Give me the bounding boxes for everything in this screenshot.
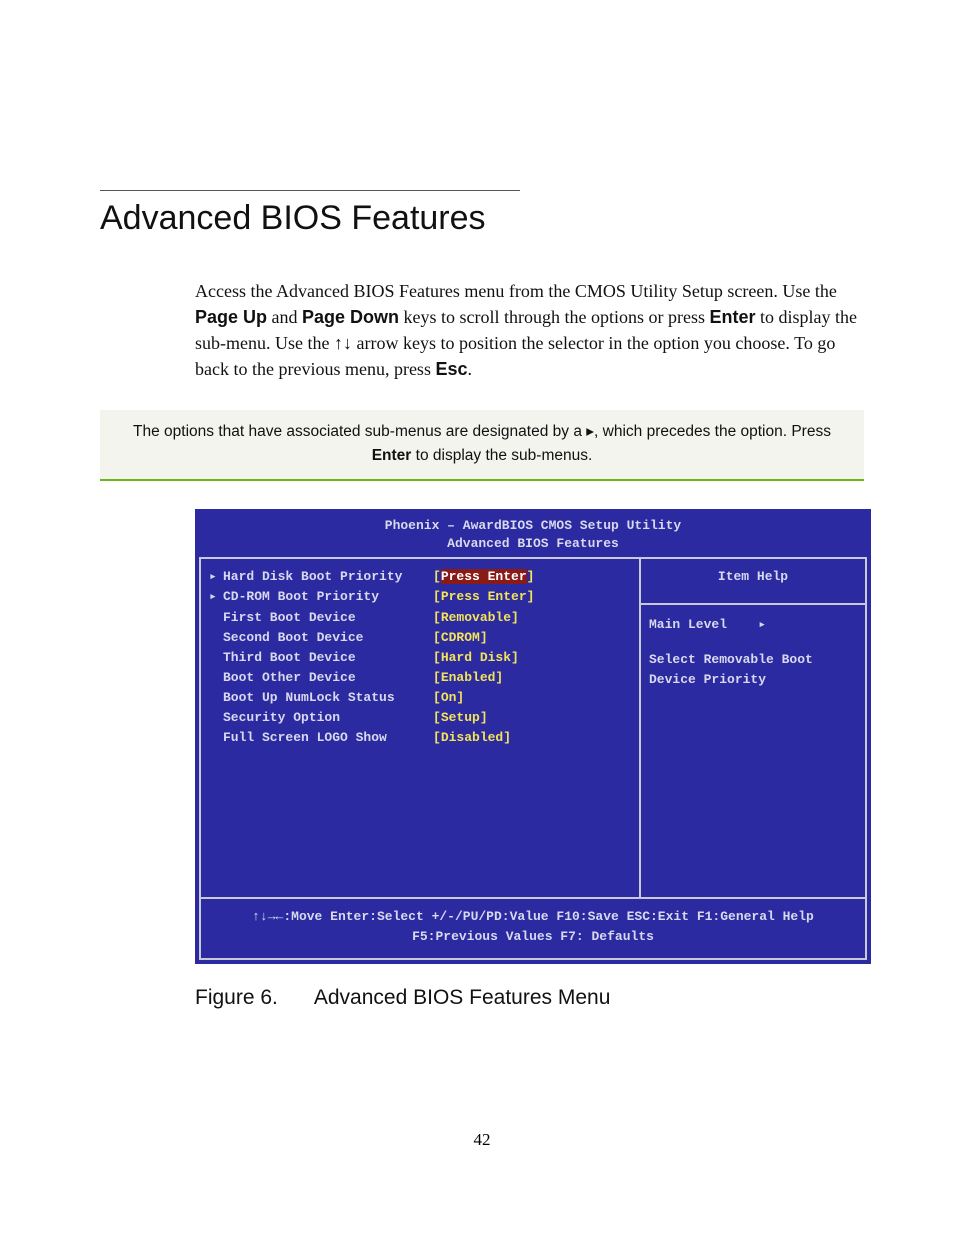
menu-item-value: [Disabled] — [433, 728, 511, 748]
menu-item-value: [Setup] — [433, 708, 488, 728]
key-pageup: Page Up — [195, 307, 267, 327]
key-esc: Esc — [435, 359, 467, 379]
footer-line1: ↑↓→←:Move Enter:Select +/-/PU/PD:Value F… — [207, 907, 859, 927]
menu-row[interactable]: Security Option [Setup] — [209, 708, 629, 728]
intro-text: and — [267, 307, 302, 327]
menu-item-label: Boot Other Device — [223, 668, 433, 688]
submenu-marker-icon — [209, 668, 223, 688]
menu-item-value: [CDROM] — [433, 628, 488, 648]
section-heading: Advanced BIOS Features — [100, 199, 864, 238]
menu-item-label: Third Boot Device — [223, 648, 433, 668]
menu-row[interactable]: Boot Other Device [Enabled] — [209, 668, 629, 688]
submenu-marker-icon: ▸ — [209, 587, 223, 607]
figure-number: Figure 6. — [195, 986, 278, 1009]
note-text: , which precedes the option. Press — [594, 423, 831, 440]
menu-item-label: Second Boot Device — [223, 628, 433, 648]
menu-row[interactable]: Full Screen LOGO Show [Disabled] — [209, 728, 629, 748]
submenu-marker-icon — [209, 608, 223, 628]
page-number: 42 — [100, 1130, 864, 1150]
figure-caption: Figure 6. Advanced BIOS Features Menu — [195, 986, 864, 1010]
help-text: Select Removable Boot — [649, 650, 857, 670]
menu-row[interactable]: ▸ Hard Disk Boot Priority [Press Enter] — [209, 567, 629, 587]
footer-line2: F5:Previous Values F7: Defaults — [207, 927, 859, 947]
bios-body: ▸ Hard Disk Boot Priority [Press Enter] … — [199, 557, 867, 899]
intro-text: . — [467, 359, 472, 379]
note-text: to display the sub-menus. — [411, 447, 592, 464]
submenu-marker-icon — [209, 728, 223, 748]
menu-item-label: Full Screen LOGO Show — [223, 728, 433, 748]
help-header: Item Help — [649, 567, 857, 597]
help-level-label: Main Level — [649, 617, 727, 632]
bios-help-panel: Item Help Main Level ▸ Select Removable … — [641, 559, 865, 897]
bios-title: Phoenix – AwardBIOS CMOS Setup Utility A… — [199, 513, 867, 557]
menu-row[interactable]: Second Boot Device [CDROM] — [209, 628, 629, 648]
menu-item-value: [Press Enter] — [433, 587, 534, 607]
submenu-marker-icon — [209, 708, 223, 728]
bios-menu-panel: ▸ Hard Disk Boot Priority [Press Enter] … — [201, 559, 641, 897]
submenu-marker-icon: ▸ — [209, 567, 223, 587]
intro-text: Access the Advanced BIOS Features menu f… — [195, 281, 837, 301]
help-text: Device Priority — [649, 670, 857, 690]
key-pagedown: Page Down — [302, 307, 399, 327]
submenu-marker-icon — [209, 628, 223, 648]
submenu-marker-icon — [209, 688, 223, 708]
triangle-icon: ▸ — [758, 617, 766, 632]
figure-title: Advanced BIOS Features Menu — [314, 986, 611, 1009]
bios-footer: ↑↓→←:Move Enter:Select +/-/PU/PD:Value F… — [199, 899, 867, 959]
bios-title-line2: Advanced BIOS Features — [199, 535, 867, 553]
menu-item-value: [On] — [433, 688, 464, 708]
key-enter: Enter — [372, 447, 412, 464]
arrow-keys-icon: ↑↓ — [334, 333, 352, 353]
intro-paragraph: Access the Advanced BIOS Features menu f… — [195, 278, 864, 382]
section-rule — [100, 190, 520, 191]
menu-item-label: Hard Disk Boot Priority — [223, 567, 433, 587]
menu-item-value: [Press Enter] — [433, 567, 534, 587]
menu-row[interactable]: Boot Up NumLock Status [On] — [209, 688, 629, 708]
intro-text: keys to scroll through the options or pr… — [399, 307, 709, 327]
menu-item-label: Security Option — [223, 708, 433, 728]
menu-row[interactable]: Third Boot Device [Hard Disk] — [209, 648, 629, 668]
menu-item-label: Boot Up NumLock Status — [223, 688, 433, 708]
menu-row[interactable]: First Boot Device [Removable] — [209, 608, 629, 628]
key-enter: Enter — [710, 307, 756, 327]
menu-item-label: CD-ROM Boot Priority — [223, 587, 433, 607]
help-level: Main Level ▸ — [649, 615, 857, 635]
help-separator — [641, 603, 865, 605]
menu-item-value: [Hard Disk] — [433, 648, 519, 668]
note-text: The options that have associated sub-men… — [133, 423, 586, 440]
triangle-icon: ▸ — [586, 423, 594, 440]
bios-title-line1: Phoenix – AwardBIOS CMOS Setup Utility — [199, 517, 867, 535]
menu-item-value: [Enabled] — [433, 668, 503, 688]
menu-row[interactable]: ▸ CD-ROM Boot Priority [Press Enter] — [209, 587, 629, 607]
menu-item-label: First Boot Device — [223, 608, 433, 628]
note-box: The options that have associated sub-men… — [100, 410, 864, 481]
menu-item-value: [Removable] — [433, 608, 519, 628]
bios-screenshot: Phoenix – AwardBIOS CMOS Setup Utility A… — [195, 509, 871, 964]
submenu-marker-icon — [209, 648, 223, 668]
